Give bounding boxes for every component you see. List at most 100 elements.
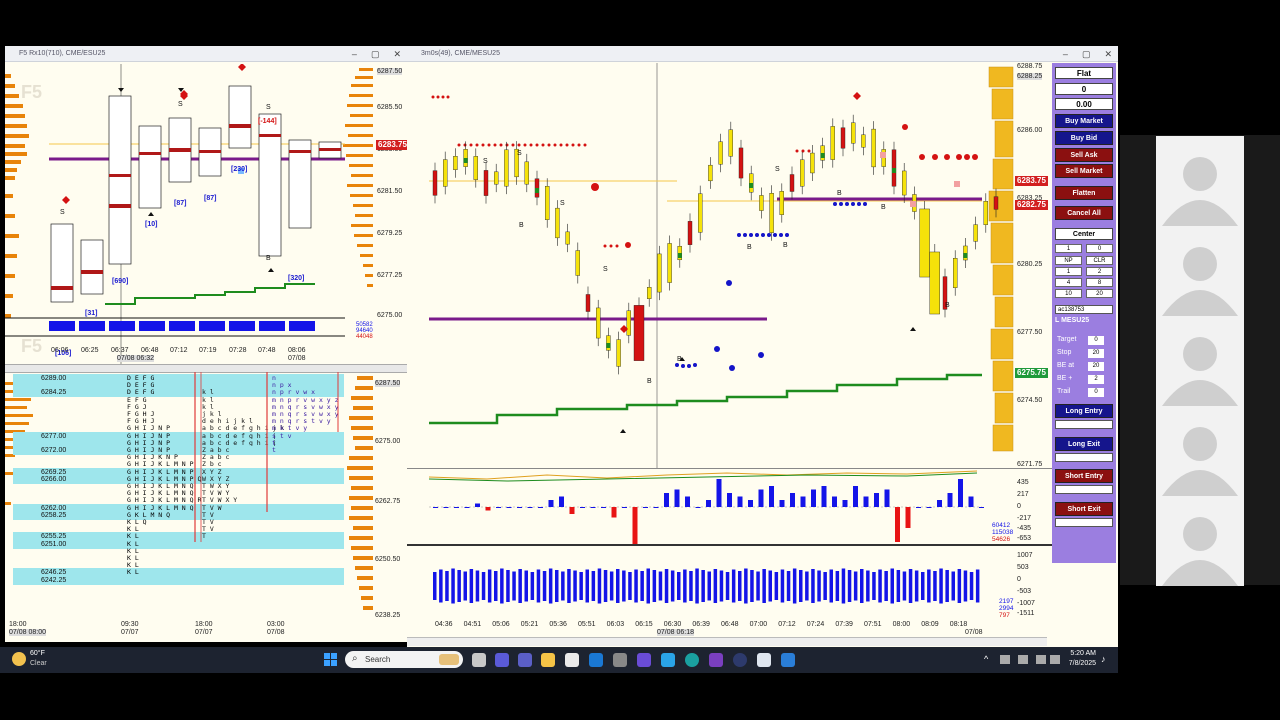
account-select[interactable]: ac138753 (1055, 305, 1113, 314)
qty-preset-10[interactable]: 10 (1055, 289, 1082, 298)
candle-body (493, 171, 499, 185)
flatten-button[interactable]: Flatten (1055, 186, 1113, 200)
sell-market-button[interactable]: Sell Market (1055, 164, 1113, 178)
volume-bar (439, 569, 443, 603)
teams-icon[interactable] (518, 653, 532, 667)
candle-body (626, 310, 632, 336)
buy-market-button[interactable]: Buy Market (1055, 114, 1113, 128)
delta-bar (685, 496, 690, 507)
horizontal-scrollbar[interactable] (407, 637, 1047, 646)
zoom-icon[interactable] (781, 653, 795, 667)
settings-icon[interactable] (613, 653, 627, 667)
candle-body (473, 156, 479, 180)
cancel-all-button[interactable]: Cancel All (1055, 206, 1113, 220)
candle-body (687, 221, 693, 245)
chevron-up-icon[interactable]: ^ (984, 654, 988, 664)
candle-body (871, 128, 876, 168)
volume-pane[interactable] (407, 546, 1018, 616)
qty-input-2[interactable]: 0 (1086, 244, 1113, 253)
delta-bar (779, 500, 785, 507)
svg-text:B: B (266, 255, 271, 262)
delta-side-values: 60412 115038 54626 (992, 522, 1014, 543)
be-plus-input[interactable]: 2 (1088, 375, 1104, 384)
volume-bar (445, 571, 449, 601)
candlestick-chart[interactable]: SSS SBB BBS BBBB (407, 63, 1018, 468)
windows-start-icon[interactable] (324, 653, 338, 667)
task-view-icon[interactable] (472, 653, 486, 667)
candle-body (851, 122, 856, 144)
delta-bar (433, 507, 438, 508)
notification-icon[interactable]: ♪ (1101, 654, 1106, 664)
close-icon[interactable]: ✕ (1104, 46, 1112, 62)
close-icon[interactable]: ✕ (393, 46, 401, 62)
volume-bar (896, 570, 901, 602)
volume-bar (451, 568, 455, 604)
weather-temp[interactable]: 60°F (30, 650, 45, 657)
candle-body (646, 287, 652, 299)
battery-icon[interactable] (1036, 655, 1046, 664)
copilot-icon[interactable] (495, 653, 509, 667)
delta-bar (643, 507, 648, 508)
maximize-icon[interactable]: ▢ (1082, 46, 1091, 62)
clr-button[interactable]: CLR (1086, 256, 1113, 265)
photos-icon[interactable] (661, 653, 675, 667)
long-entry-select[interactable] (1055, 420, 1113, 429)
right-price-axis: 6288.75 6288.25 6286.00 6283.25 6280.25 … (1017, 63, 1043, 468)
sell-ask-button[interactable]: Sell Ask (1055, 148, 1113, 162)
tpo-chart[interactable]: 6289.00 D E F GnD E F Gn p x 6284.25 D E F … (5, 372, 377, 622)
trading-app-icon[interactable] (733, 653, 747, 667)
trail-input[interactable]: 0 (1088, 388, 1104, 397)
volume-bar (719, 570, 724, 602)
svg-text:B: B (519, 222, 524, 229)
qty-input[interactable]: 1 (1055, 244, 1082, 253)
long-exit-button[interactable]: Long Exit (1055, 437, 1113, 451)
edge-icon[interactable] (685, 653, 699, 667)
outlook-icon[interactable] (589, 653, 603, 667)
maximize-icon[interactable]: ▢ (371, 46, 380, 62)
delta-pane[interactable] (407, 469, 1018, 544)
qty-preset-2[interactable]: 2 (1086, 267, 1113, 276)
moon-icon[interactable] (12, 652, 26, 666)
np-button[interactable]: NP (1055, 256, 1082, 265)
volume-bar (975, 569, 980, 603)
volume-bar (585, 569, 589, 603)
qty-preset-20[interactable]: 20 (1086, 289, 1113, 298)
visual-studio-icon[interactable] (709, 653, 723, 667)
file-explorer-icon[interactable] (541, 653, 555, 667)
short-entry-select[interactable] (1055, 485, 1113, 494)
clock-time[interactable]: 5:20 AM (1068, 650, 1096, 657)
window-app-icon[interactable] (757, 653, 771, 667)
tray-icon[interactable] (1000, 655, 1010, 664)
qty-preset-4[interactable]: 4 (1055, 278, 1082, 287)
app-icon[interactable] (637, 653, 651, 667)
stop-input[interactable]: 20 (1088, 349, 1104, 358)
store-icon[interactable] (565, 653, 579, 667)
be-at-input[interactable]: 20 (1088, 362, 1104, 371)
center-button[interactable]: Center (1055, 228, 1113, 240)
minimize-icon[interactable]: – (352, 46, 357, 62)
right-date-label: 07/08 06:18 (657, 629, 694, 636)
time-tick-label: 08:18 (949, 621, 968, 628)
qty-preset-8[interactable]: 8 (1086, 278, 1113, 287)
left-window-titlebar[interactable]: F5 Rx10(710), CME/ESU25 – ▢ ✕ (5, 46, 407, 62)
minimize-icon[interactable]: – (1063, 46, 1068, 62)
time-tick-label: 06:30 (663, 621, 682, 628)
buy-bid-button[interactable]: Buy Bid (1055, 131, 1113, 145)
right-window-titlebar[interactable]: 3m0s(49), CME/MESU25 – ▢ ✕ (407, 46, 1118, 62)
candle-body (595, 307, 601, 339)
delta-bar (937, 500, 942, 507)
volume-bar (603, 570, 608, 602)
qty-preset-1[interactable]: 1 (1055, 267, 1082, 276)
short-entry-button[interactable]: Short Entry (1055, 469, 1113, 483)
volume-bar (872, 572, 876, 600)
network-icon[interactable] (1018, 655, 1028, 664)
volume-icon[interactable] (1050, 655, 1060, 664)
target-input[interactable]: 0 (1088, 336, 1104, 345)
short-exit-button[interactable]: Short Exit (1055, 502, 1113, 516)
volume-bar (530, 572, 535, 600)
search-input[interactable]: ⌕ Search (345, 651, 463, 668)
footprint-chart[interactable]: F5 S S S B [106] [31] [690] [10] [87] [8… (5, 64, 377, 364)
short-exit-select[interactable] (1055, 518, 1113, 527)
long-entry-button[interactable]: Long Entry (1055, 404, 1113, 418)
long-exit-select[interactable] (1055, 453, 1113, 462)
